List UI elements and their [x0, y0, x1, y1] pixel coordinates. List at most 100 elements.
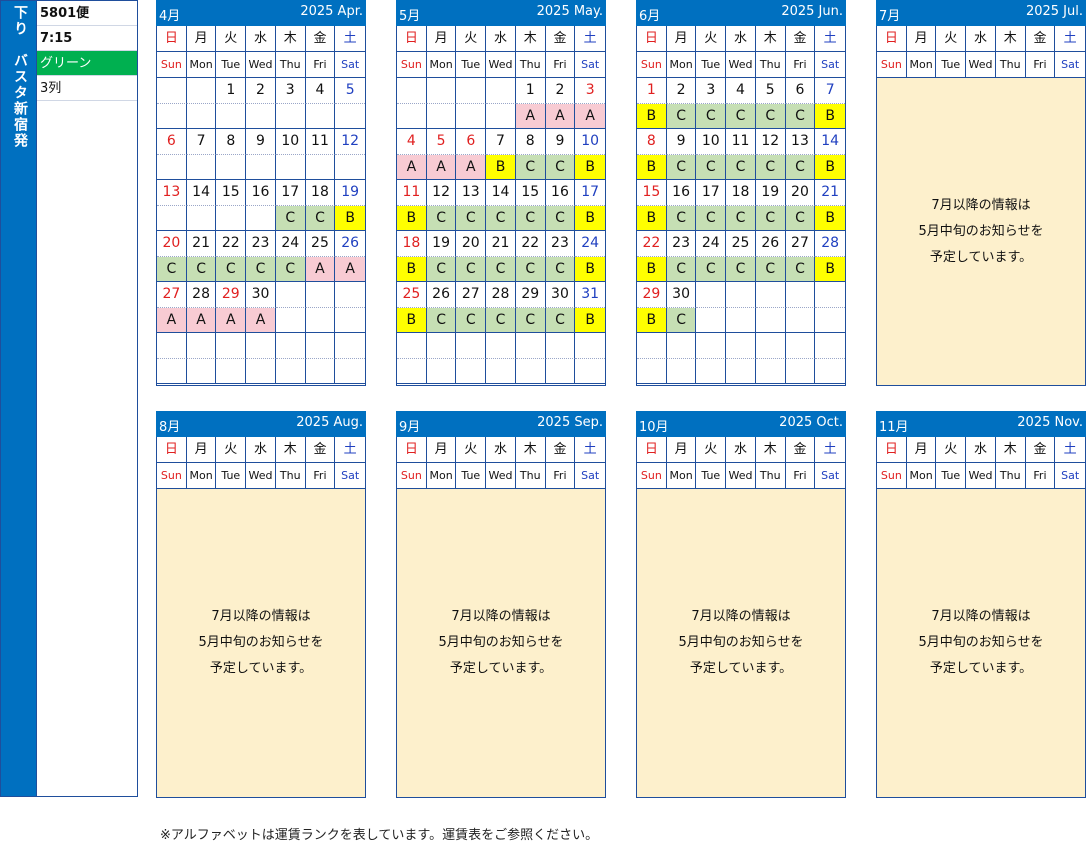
month-calendar: 6月 2025 Jun. 日月火水木金土 Sun Mon Tue Wed Thu Fri Sat 1…: [636, 0, 846, 386]
date-cell: 26: [335, 231, 366, 257]
date-cell: [426, 78, 457, 104]
weekday-jp-row: 日月火水木金土: [397, 437, 606, 463]
month-jp-label: 4月: [159, 9, 181, 24]
fare-rank-cell: [186, 154, 217, 180]
date-cell: 15: [637, 180, 667, 206]
fare-rank-row: [157, 154, 366, 180]
pending-message-line: 7月以降の情報は: [931, 197, 1031, 213]
date-cell: 17: [275, 180, 306, 206]
fare-rank-cell: B: [397, 256, 427, 282]
month-jp-label: 5月: [399, 9, 421, 24]
date-cell: 12: [335, 129, 366, 155]
weekday-jp-cell: 火: [216, 26, 247, 52]
date-cell: 12: [426, 180, 457, 206]
fare-rank-cell: C: [486, 256, 516, 282]
date-cell: 9: [666, 129, 697, 155]
pending-message: 7月以降の情報は 5月中旬のお知らせを 予定しています。: [918, 604, 1043, 682]
date-cell: 25: [305, 231, 336, 257]
fare-rank-cell: [545, 358, 576, 384]
direction-label: 下り: [12, 5, 28, 37]
fare-rank-cell: C: [666, 256, 697, 282]
date-cell: 23: [545, 231, 576, 257]
fare-rank-cell: C: [726, 256, 756, 282]
fare-rank-cell: [426, 358, 457, 384]
weekday-en-cell: Sat: [1055, 463, 1086, 489]
date-cell: 15: [515, 180, 546, 206]
fare-rank-cell: [186, 103, 217, 129]
fare-rank-cell: B: [335, 205, 366, 231]
date-row: 13 14 15 16 17 18 19: [157, 180, 366, 206]
month-en-label: 2025 Jul.: [1025, 4, 1083, 19]
fare-rank-cell: C: [545, 256, 576, 282]
weekday-jp-row: 日月火水木金土: [637, 437, 846, 463]
weekday-en-cell: Mon: [666, 52, 697, 78]
fare-rank-cell: [246, 103, 276, 129]
date-cell: [696, 333, 727, 359]
pending-message: 7月以降の情報は 5月中旬のお知らせを 予定しています。: [918, 193, 1043, 271]
pending-message-line: 予定しています。: [449, 661, 553, 676]
fare-rank-cell: [246, 358, 276, 384]
date-cell: 8: [637, 129, 667, 155]
weekday-en-cell: Fri: [305, 463, 336, 489]
date-cell: 19: [335, 180, 366, 206]
weekday-jp-row: 日月火水木金土: [877, 437, 1086, 463]
weekday-jp-cell: 水: [246, 26, 276, 52]
date-cell: 9: [246, 129, 276, 155]
fare-rank-cell: [456, 358, 487, 384]
date-cell: 29: [637, 282, 667, 308]
weekday-en-cell: Mon: [906, 52, 937, 78]
weekday-en-cell: Wed: [486, 463, 516, 489]
pending-message-line: 7月以降の情報は: [211, 609, 311, 624]
fare-rank-cell: [216, 358, 247, 384]
weekday-en-cell: Tue: [696, 463, 727, 489]
weekday-jp-cell: 月: [906, 26, 937, 52]
weekday-jp-cell: 土: [1055, 437, 1086, 463]
date-cell: [486, 333, 516, 359]
weekday-en-row: Sun Mon Tue Wed Thu Fri Sat: [877, 52, 1086, 78]
fare-rank-cell: B: [637, 307, 667, 333]
date-cell: 13: [785, 129, 816, 155]
weekday-jp-row: 日月火水木金土: [637, 26, 846, 52]
weekday-en-cell: Sun: [877, 52, 907, 78]
month-en-label: 2025 Oct.: [779, 415, 843, 430]
date-cell: 26: [755, 231, 786, 257]
fare-rank-cell: [275, 154, 306, 180]
fare-rank-cell: B: [815, 103, 846, 129]
date-cell: 4: [726, 78, 756, 104]
date-cell: 26: [426, 282, 457, 308]
date-cell: 24: [575, 231, 606, 257]
weekday-jp-cell: 日: [637, 26, 667, 52]
fare-rank-cell: [305, 154, 336, 180]
date-cell: 3: [275, 78, 306, 104]
date-cell: 22: [515, 231, 546, 257]
fare-rank-cell: [397, 358, 427, 384]
fare-rank-cell: C: [726, 205, 756, 231]
date-cell: [305, 333, 336, 359]
fare-rank-row: CCB: [157, 205, 366, 231]
date-cell: 13: [157, 180, 187, 206]
fare-rank-cell: C: [696, 256, 727, 282]
weekday-en-cell: Mon: [426, 463, 457, 489]
month-grid: 日月火水木金土 Sun Mon Tue Wed Thu Fri Sat 1 2 3 A A A 4 5 6 7 8 9…: [396, 26, 606, 386]
fare-rank-cell: [157, 205, 187, 231]
weekday-en-cell: Sat: [575, 52, 606, 78]
month-jp-label: 11月: [879, 420, 909, 435]
fare-rank-cell: C: [755, 205, 786, 231]
pending-message-line: 5月中旬のお知らせを: [918, 223, 1044, 239]
fare-rank-cell: C: [515, 256, 546, 282]
weekday-jp-cell: 土: [335, 437, 366, 463]
weekday-jp-cell: 水: [486, 437, 516, 463]
fare-rank-cell: C: [726, 154, 756, 180]
fare-rank-cell: [335, 359, 366, 384]
fare-rank-cell: [275, 358, 306, 384]
date-cell: 11: [397, 180, 427, 206]
fare-rank-cell: C: [755, 256, 786, 282]
date-cell: [785, 282, 816, 308]
date-cell: [637, 333, 667, 359]
date-row: 1234567: [637, 78, 846, 104]
date-cell: 20: [157, 231, 187, 257]
fare-rank-cell: C: [275, 256, 306, 282]
fare-rank-cell: A: [397, 154, 427, 180]
fare-rank-cell: C: [696, 154, 727, 180]
weekday-en-cell: Tue: [936, 52, 967, 78]
